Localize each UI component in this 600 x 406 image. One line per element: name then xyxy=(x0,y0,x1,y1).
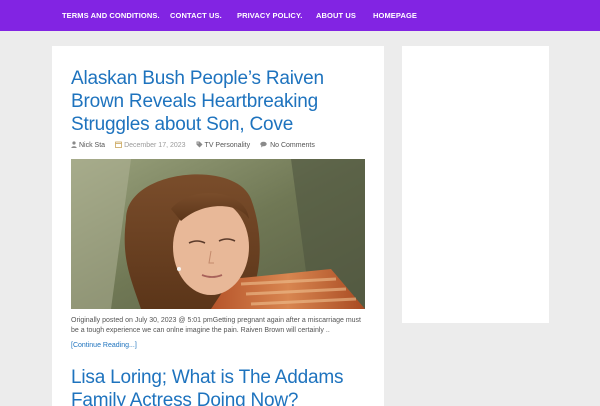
nav-item-terms: TERMS AND CONDITIONS. xyxy=(62,0,160,31)
top-navigation-bar: TERMS AND CONDITIONS. CONTACT US. PRIVAC… xyxy=(0,0,600,31)
post-comments: No Comments xyxy=(260,141,315,150)
post-title-link[interactable]: Lisa Loring; What is The Addams Family A… xyxy=(71,367,343,406)
calendar-icon xyxy=(115,141,122,150)
nav-item-homepage: HOMEPAGE xyxy=(373,0,417,31)
category-link[interactable]: TV Personality xyxy=(205,142,251,149)
nav-link-privacy[interactable]: PRIVACY POLICY. xyxy=(237,0,302,31)
nav-link-about[interactable]: ABOUT US xyxy=(316,0,356,31)
post-title: Lisa Loring; What is The Addams Family A… xyxy=(71,366,371,406)
author-name[interactable]: Nick Sta xyxy=(79,142,105,149)
post-meta: Nick Sta December 17, 2023 TV Personalit… xyxy=(71,140,325,150)
comments-link[interactable]: No Comments xyxy=(270,142,315,149)
nav-link-contact[interactable]: CONTACT US. xyxy=(170,0,222,31)
nav-item-privacy: PRIVACY POLICY. xyxy=(237,0,302,31)
user-icon xyxy=(71,140,77,150)
nav-item-about: ABOUT US xyxy=(316,0,356,31)
sidebar-widget xyxy=(402,46,549,323)
main-content: Alaskan Bush People’s Raiven Brown Revea… xyxy=(52,46,384,406)
nav-link-terms[interactable]: TERMS AND CONDITIONS. xyxy=(62,0,160,31)
post-title: Alaskan Bush People’s Raiven Brown Revea… xyxy=(71,67,371,136)
date-text: December 17, 2023 xyxy=(124,141,186,149)
post-category: TV Personality xyxy=(196,141,251,150)
comments-icon xyxy=(260,141,268,150)
tag-icon xyxy=(196,141,203,150)
post-title-link[interactable]: Alaskan Bush People’s Raiven Brown Revea… xyxy=(71,68,324,135)
post-author: Nick Sta xyxy=(71,140,105,150)
nav-item-contact: CONTACT US. xyxy=(170,0,222,31)
post-excerpt: Originally posted on July 30, 2023 @ 5:0… xyxy=(71,317,361,334)
continue-reading-link[interactable]: [Continue Reading...] xyxy=(71,342,137,349)
nav-menu: TERMS AND CONDITIONS. CONTACT US. PRIVAC… xyxy=(0,0,600,31)
featured-image[interactable] xyxy=(71,159,365,309)
nav-link-homepage[interactable]: HOMEPAGE xyxy=(373,0,417,31)
post-date: December 17, 2023 xyxy=(115,141,186,150)
featured-photo xyxy=(71,159,365,309)
